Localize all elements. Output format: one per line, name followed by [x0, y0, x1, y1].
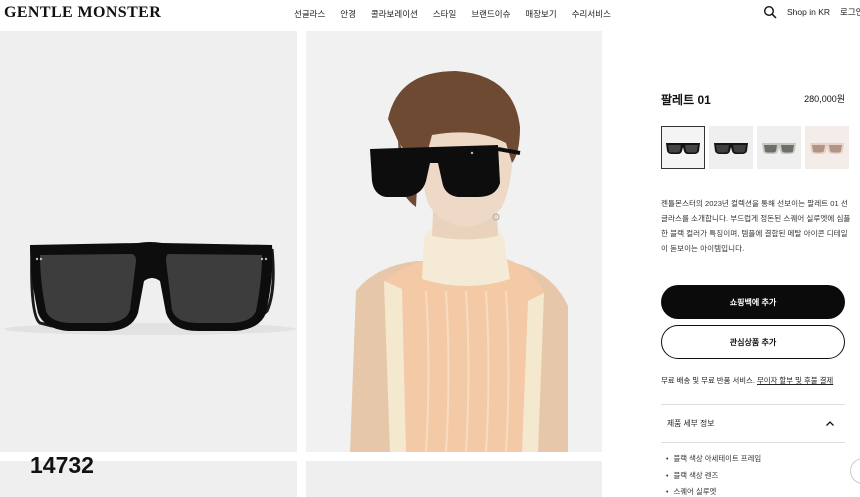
clear-sunglasses-icon	[762, 142, 796, 154]
product-details-toggle[interactable]: 제품 세부 정보	[661, 405, 845, 442]
nav-item-sunglasses[interactable]: 선글라스	[294, 8, 325, 20]
product-price: 280,000원	[804, 94, 845, 104]
shop-in-region-link[interactable]: Shop in KR	[787, 7, 830, 17]
swatch-black[interactable]	[661, 126, 705, 169]
shipping-text: 무료 배송 및 무료 반품 서비스.	[661, 376, 755, 385]
product-title: 팔레트 01	[661, 93, 711, 107]
nav-item-brand-issue[interactable]: 브랜드이슈	[471, 8, 510, 20]
product-image-thumb-4[interactable]	[306, 461, 602, 497]
login-link[interactable]: 로그인	[840, 6, 860, 18]
nav-item-collaboration[interactable]: 콜라보레이션	[371, 8, 418, 20]
divider	[661, 442, 845, 443]
black-sunglasses-icon	[714, 142, 748, 154]
nav-item-repair-service[interactable]: 수리서비스	[572, 8, 611, 20]
list-item: 스퀘어 실루엣	[666, 484, 761, 497]
chat-widget-button[interactable]	[850, 458, 860, 484]
swatch-pink[interactable]	[805, 126, 849, 169]
header-utilities: Shop in KR 로그인	[763, 5, 860, 19]
nav-item-glasses[interactable]: 안경	[340, 8, 356, 20]
black-sunglasses-icon	[666, 142, 700, 154]
search-icon[interactable]	[763, 5, 777, 19]
model-portrait-illustration	[350, 71, 568, 452]
list-item: 블랙 색상 아세테이트 프레임	[666, 451, 761, 468]
site-header: GENTLE MONSTER 선글라스 안경 콜라보레이션 스타일 브랜드이슈 …	[0, 0, 860, 26]
product-description: 젠틀몬스터의 2023년 컬렉션을 통해 선보이는 팔레트 01 선글라스를 소…	[661, 199, 851, 253]
pink-sunglasses-icon	[810, 142, 844, 154]
product-details-list: 블랙 색상 아세테이트 프레임 블랙 색상 렌즈 스퀘어 실루엣	[666, 451, 761, 497]
color-swatches	[661, 126, 849, 169]
product-image-model[interactable]	[306, 31, 602, 452]
sunglasses-front-illustration	[4, 242, 296, 335]
shipping-info: 무료 배송 및 무료 반품 서비스. 무이자 할부 및 후불 결제	[661, 375, 833, 386]
product-details-title: 제품 세부 정보	[667, 419, 715, 428]
product-image-front[interactable]	[0, 31, 297, 452]
add-to-cart-button[interactable]: 쇼핑백에 추가	[661, 285, 845, 319]
add-to-wishlist-button[interactable]: 관심상품 추가	[661, 325, 845, 359]
swatch-clear[interactable]	[757, 126, 801, 169]
nav-item-style[interactable]: 스타일	[433, 8, 456, 20]
chevron-up-icon	[826, 420, 834, 426]
main-nav: 선글라스 안경 콜라보레이션 스타일 브랜드이슈 매장보기 수리서비스	[294, 8, 626, 20]
list-item: 블랙 색상 렌즈	[666, 468, 761, 485]
brand-logo[interactable]: GENTLE MONSTER	[4, 4, 161, 22]
installment-payment-link[interactable]: 무이자 할부 및 후불 결제	[757, 376, 833, 385]
overlay-number: 14732	[30, 452, 94, 478]
swatch-black-variant[interactable]	[709, 126, 753, 169]
nav-item-stores[interactable]: 매장보기	[525, 8, 556, 20]
